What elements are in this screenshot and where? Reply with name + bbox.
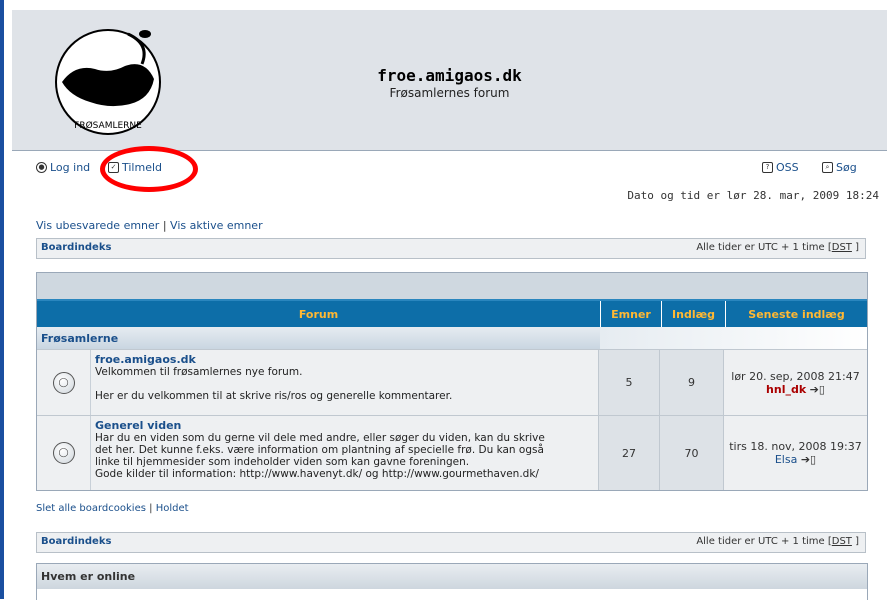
login-link[interactable]: ● Log ind (36, 161, 90, 174)
post-count: 70 (659, 416, 723, 490)
last-post-date: lør 20. sep, 2008 21:47 (731, 369, 860, 383)
topic-count: 5 (598, 350, 659, 415)
site-header: FRØSAMLERNE froe.amigaos.dk Frøsamlernes… (12, 10, 887, 150)
table-row: ◯ froe.amigaos.dk Velkommen til frøsamle… (37, 349, 867, 415)
left-gap (4, 0, 12, 599)
timezone-info: Alle tider er UTC + 1 time [DST ] (696, 242, 859, 253)
breadcrumb-bottom: Boardindeks Alle tider er UTC + 1 time [… (36, 532, 866, 553)
dst-link[interactable]: DST (832, 242, 852, 253)
last-post-date: tirs 18. nov, 2008 19:37 (729, 440, 862, 453)
breadcrumb: Boardindeks Alle tider er UTC + 1 time [… (36, 238, 866, 259)
breadcrumb-home[interactable]: Boardindeks (41, 242, 111, 253)
dst-link[interactable]: DST (832, 536, 852, 547)
team-link[interactable]: Holdet (156, 503, 189, 514)
delete-cookies-link[interactable]: Slet alle boardcookies (36, 503, 146, 514)
category-name[interactable]: Frøsamlerne (37, 327, 600, 349)
online-title: Hvem er online (37, 564, 867, 589)
logo-text: FRØSAMLERNE (74, 120, 142, 131)
breadcrumb-home[interactable]: Boardindeks (41, 536, 111, 547)
category-row: Frøsamlerne (37, 327, 867, 349)
login-label: Log ind (50, 161, 91, 174)
forum-title[interactable]: froe.amigaos.dk (95, 353, 594, 366)
bottom-links: Slet alle boardcookies | Holdet (36, 503, 189, 514)
topic-count: 27 (598, 416, 659, 490)
unanswered-link[interactable]: Vis ubesvarede emner (36, 219, 159, 232)
last-post-arrow-icon[interactable]: ➔▯ (801, 453, 816, 466)
forum-desc: Velkommen til frøsamlernes nye forum. (95, 366, 303, 378)
search-icon: ⌕ (822, 162, 833, 173)
login-icon: ● (36, 162, 47, 173)
last-post: tirs 18. nov, 2008 19:37 Elsa ➔▯ (723, 416, 867, 490)
faq-label: OSS (776, 161, 799, 174)
site-subtitle: Frøsamlernes forum (389, 86, 510, 100)
current-datetime: Dato og tid er lør 28. mar, 2009 18:24 (627, 189, 879, 202)
who-is-online: Hvem er online (36, 563, 868, 600)
faq-icon: ? (762, 162, 773, 173)
active-link[interactable]: Vis aktive emner (170, 219, 263, 232)
timezone-info: Alle tider er UTC + 1 time [DST ] (696, 536, 859, 547)
table-row: ◯ Generel viden Har du en viden som du g… (37, 415, 867, 490)
forum-folder-icon: ◯ (52, 371, 75, 394)
separator: | (162, 219, 167, 232)
forum-table: Forum Emner Indlæg Seneste indlæg Frøsam… (36, 272, 868, 491)
quick-links: Vis ubesvarede emner | Vis aktive emner (36, 219, 263, 232)
table-header: Forum Emner Indlæg Seneste indlæg (37, 299, 867, 327)
forum-title[interactable]: Generel viden (95, 419, 594, 432)
post-count: 9 (659, 350, 723, 415)
search-label: Søg (836, 161, 857, 174)
col-last-post: Seneste indlæg (725, 301, 867, 327)
last-post-arrow-icon[interactable]: ➔▯ (810, 383, 825, 396)
faq-link[interactable]: ? OSS (762, 161, 799, 174)
last-post-user[interactable]: hnl_dk (766, 383, 806, 396)
forum-desc: Har du en viden som du gerne vil dele me… (95, 432, 545, 444)
forum-folder-icon: ◯ (52, 442, 75, 464)
col-topics: Emner (600, 301, 661, 327)
last-post-user[interactable]: Elsa (775, 453, 797, 466)
col-posts: Indlæg (661, 301, 725, 327)
col-forum: Forum (298, 307, 339, 321)
table-top-bar (37, 273, 867, 299)
site-title: froe.amigaos.dk (377, 66, 522, 85)
annotation-circle (100, 146, 198, 192)
last-post: lør 20. sep, 2008 21:47 hnl_dk ➔▯ (723, 350, 867, 415)
page: FRØSAMLERNE froe.amigaos.dk Frøsamlernes… (12, 0, 887, 600)
search-link[interactable]: ⌕ Søg (822, 161, 857, 174)
